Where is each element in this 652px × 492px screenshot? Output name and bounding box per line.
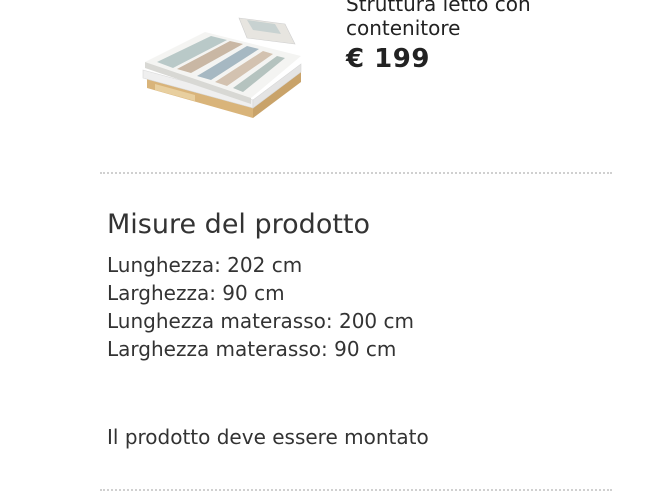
measures-list: Lunghezza: 202 cm Larghezza: 90 cm Lungh… <box>107 251 414 363</box>
measure-item: Lunghezza: 202 cm <box>107 253 303 277</box>
measure-item: Larghezza: 90 cm <box>107 281 285 305</box>
product-image[interactable] <box>135 6 305 118</box>
divider <box>100 172 612 174</box>
measure-item: Lunghezza materasso: 200 cm <box>107 309 414 333</box>
product-page: Struttura letto con contenitore € 199 Mi… <box>0 0 652 492</box>
product-name[interactable]: Struttura letto con contenitore <box>346 0 646 40</box>
assembly-note: Il prodotto deve essere montato <box>107 425 429 449</box>
divider <box>100 489 612 491</box>
product-price: € 199 <box>346 44 430 74</box>
measure-item: Larghezza materasso: 90 cm <box>107 337 397 361</box>
section-title: Misure del prodotto <box>107 209 371 240</box>
